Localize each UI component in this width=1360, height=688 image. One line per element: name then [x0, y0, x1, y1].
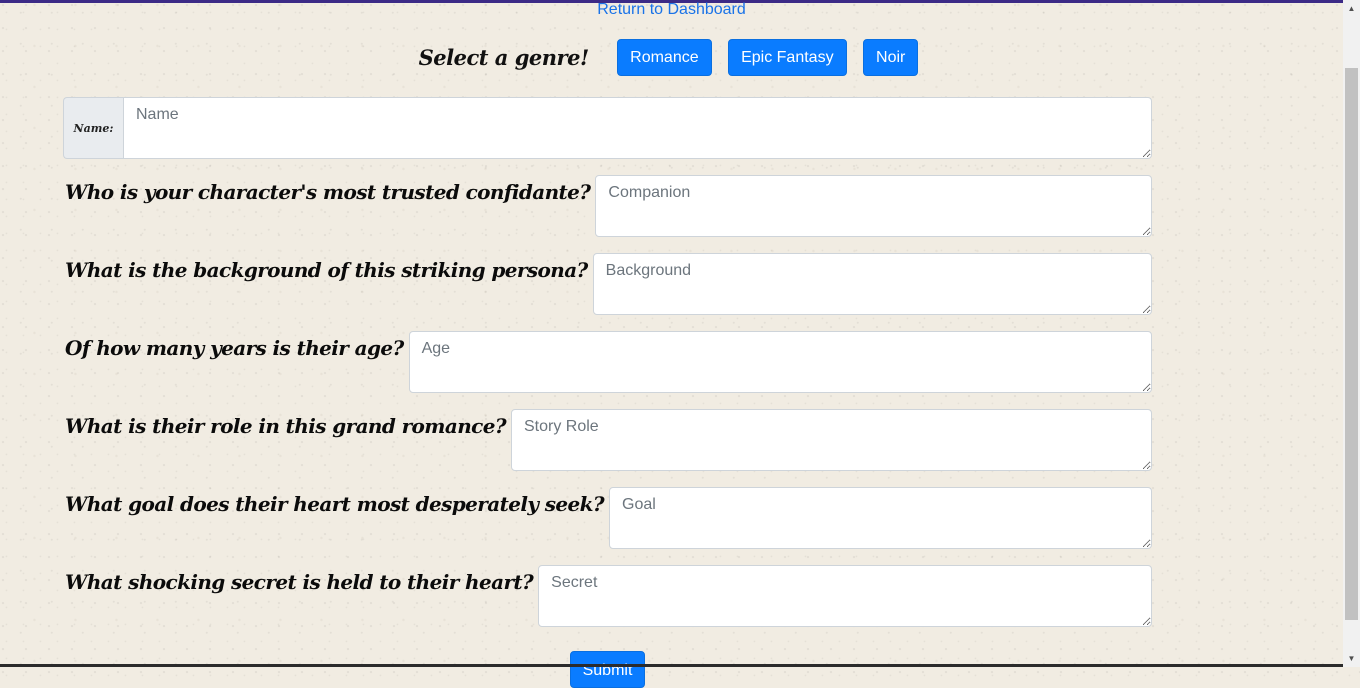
- age-question: Of how many years is their age?: [65, 336, 404, 360]
- companion-question: Who is your character's most trusted con…: [65, 180, 591, 204]
- secret-row: What shocking secret is held to their he…: [63, 565, 1152, 627]
- genre-label: Select a genre!: [418, 45, 590, 70]
- scroll-up-arrow-icon[interactable]: ▲: [1343, 0, 1360, 17]
- story-role-row: What is their role in this grand romance…: [63, 409, 1152, 471]
- name-input-group: Name:: [63, 97, 1152, 159]
- companion-field[interactable]: [595, 175, 1152, 237]
- goal-field[interactable]: [609, 487, 1152, 549]
- genre-romance-button[interactable]: Romance: [617, 39, 712, 76]
- scroll-down-arrow-icon[interactable]: ▼: [1343, 650, 1360, 667]
- story-role-field[interactable]: [510, 409, 1152, 471]
- return-to-dashboard-link[interactable]: Return to Dashboard: [0, 1, 1343, 19]
- background-row: What is the background of this striking …: [63, 253, 1152, 315]
- story-role-question: What is their role in this grand romance…: [65, 414, 507, 438]
- genre-selector: Select a genre! Romance Epic Fantasy Noi…: [0, 39, 1343, 76]
- scrollbar-thumb[interactable]: [1345, 68, 1358, 620]
- goal-row: What goal does their heart most desperat…: [63, 487, 1152, 549]
- genre-noir-button[interactable]: Noir: [863, 39, 919, 76]
- submit-button[interactable]: Submit: [570, 651, 645, 688]
- secret-field[interactable]: [538, 565, 1152, 627]
- name-addon-label: Name:: [63, 97, 123, 159]
- age-field[interactable]: [408, 331, 1152, 393]
- genre-epic-fantasy-button[interactable]: Epic Fantasy: [728, 39, 847, 76]
- age-row: Of how many years is their age?: [63, 331, 1152, 393]
- background-field[interactable]: [592, 253, 1152, 315]
- companion-row: Who is your character's most trusted con…: [63, 175, 1152, 237]
- goal-question: What goal does their heart most desperat…: [65, 492, 605, 516]
- name-field[interactable]: [123, 97, 1152, 159]
- background-question: What is the background of this striking …: [65, 258, 588, 282]
- page-scrollbar[interactable]: ▲ ▼: [1343, 0, 1360, 667]
- secret-question: What shocking secret is held to their he…: [65, 570, 534, 594]
